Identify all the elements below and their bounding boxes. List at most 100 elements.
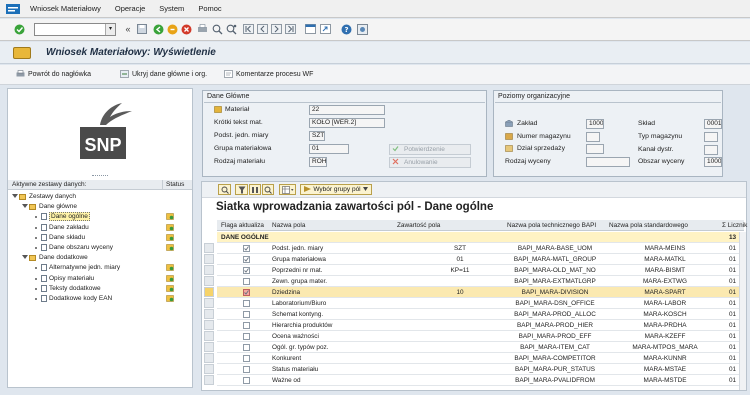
table-row[interactable]: Dziedzina 10 BAPI_MARA-DIVISION MARA-SPART 0… — [217, 287, 744, 298]
table-row[interactable]: Ocena ważności BAPI_MARA-PROD_EFF MARA-KZE… — [217, 331, 744, 342]
warehouse-type-field[interactable] — [704, 132, 718, 142]
update-flag-checkbox[interactable] — [243, 344, 250, 351]
command-expand-icon[interactable]: « — [122, 23, 134, 35]
tree-item[interactable]: Dane ogólne — [8, 212, 192, 222]
first-page-icon[interactable] — [242, 23, 254, 35]
table-row[interactable]: Zewn. grupa mater. BAPI_MARA-EXTMATLGRP MA… — [217, 276, 744, 287]
system-menu-icon[interactable] — [2, 2, 24, 16]
save-icon[interactable] — [136, 23, 148, 35]
row-selector[interactable] — [204, 375, 214, 385]
next-page-icon[interactable] — [270, 23, 282, 35]
update-flag-checkbox[interactable] — [243, 256, 250, 263]
back-icon[interactable] — [152, 23, 164, 35]
find-next-icon[interactable] — [225, 23, 237, 35]
help-icon[interactable]: ? — [340, 23, 352, 35]
valuation-type-field[interactable] — [586, 157, 630, 167]
workflow-comments-button[interactable]: Komentarze procesu WF — [224, 70, 313, 78]
table-row[interactable]: Ogól. gr. typów poz. BAPI_MARA-ITEM_CAT MA… — [217, 342, 744, 353]
tree-item[interactable]: Dodatkowe kody EAN — [8, 294, 192, 304]
base-uom-field[interactable]: SZT — [309, 131, 325, 141]
row-selector[interactable] — [204, 364, 214, 374]
tree-item[interactable]: Dane obszaru wyceny — [8, 243, 192, 253]
previous-page-icon[interactable] — [256, 23, 268, 35]
command-dropdown-icon[interactable]: ▾ — [105, 24, 115, 35]
expand-arrow-icon[interactable] — [22, 255, 28, 260]
sort-icon[interactable] — [249, 184, 261, 195]
dist-channel-field[interactable] — [704, 145, 718, 155]
find-icon[interactable] — [211, 23, 223, 35]
customize-layout-icon[interactable] — [356, 23, 368, 35]
table-row[interactable]: Status materiału BAPI_MARA-PUR_STATUS MARA… — [217, 364, 744, 375]
table-row[interactable]: Schemat kontyng. BAPI_MARA-PROD_ALLOC MARA… — [217, 309, 744, 320]
update-flag-checkbox[interactable] — [243, 289, 250, 296]
tree-item[interactable]: Teksty dodatkowe — [8, 284, 192, 294]
row-selector[interactable] — [204, 243, 214, 253]
table-row[interactable]: Podst. jedn. miary SZT BAPI_MARA-BASE_UOM M… — [217, 243, 744, 254]
expand-arrow-icon[interactable] — [22, 204, 28, 209]
hide-main-data-button[interactable]: Ukryj dane główne i org. — [120, 70, 207, 78]
table-row[interactable]: Grupa materiałowa 01 BAPI_MARA-MATL_GROUP M… — [217, 254, 744, 265]
confirm-button[interactable]: Potwierdzenie — [389, 144, 471, 155]
tree-folder[interactable]: Dane dodatkowe — [8, 253, 192, 263]
table-row[interactable]: Hierarchia produktów BAPI_MARA-PROD_HIER M… — [217, 320, 744, 331]
cancel-button[interactable]: Anulowanie — [389, 157, 471, 168]
table-row[interactable]: Laboratorium/Biuro BAPI_MARA-DSN_OFFICE MA… — [217, 298, 744, 309]
cancel-icon[interactable] — [180, 23, 192, 35]
row-selector[interactable] — [204, 320, 214, 330]
print-icon[interactable] — [196, 23, 208, 35]
update-flag-checkbox[interactable] — [243, 322, 250, 329]
update-flag-checkbox[interactable] — [243, 355, 250, 362]
exit-icon[interactable] — [166, 23, 178, 35]
update-flag-checkbox[interactable] — [243, 278, 250, 285]
row-selector[interactable] — [204, 254, 214, 264]
material-group-field[interactable]: 01 — [309, 144, 349, 154]
tree-item[interactable]: Dane składu — [8, 233, 192, 243]
tree-item[interactable]: Dane zakładu — [8, 223, 192, 233]
warehouse-field[interactable] — [586, 132, 600, 142]
row-selector[interactable] — [204, 265, 214, 275]
filter-icon[interactable] — [235, 184, 248, 195]
expand-arrow-icon[interactable] — [12, 194, 18, 198]
col-update-flag[interactable]: Flaga aktualiza — [221, 222, 264, 229]
row-selector[interactable] — [204, 287, 214, 297]
material-type-field[interactable]: ROH — [309, 157, 327, 167]
col-field-name[interactable]: Nazwa pola — [272, 222, 305, 229]
menu-item-operations[interactable]: Operacje — [115, 4, 145, 13]
enter-icon[interactable] — [13, 23, 25, 35]
col-field-content[interactable]: Zawartość pola — [397, 222, 440, 229]
select-field-group-button[interactable]: Wybór grupy pól — [300, 184, 372, 195]
plant-field[interactable]: 1000 — [586, 119, 604, 129]
row-selector[interactable] — [204, 331, 214, 341]
update-flag-checkbox[interactable] — [243, 311, 250, 318]
col-bapi-field[interactable]: Nazwa pola technicznego BAPI — [507, 222, 596, 229]
last-page-icon[interactable] — [284, 23, 296, 35]
sales-org-field[interactable] — [586, 144, 604, 154]
row-selector[interactable] — [204, 276, 214, 286]
row-selector[interactable] — [204, 353, 214, 363]
tree-item[interactable]: Opisy materiału — [8, 274, 192, 284]
tree-folder[interactable]: Zestawy danych — [8, 192, 192, 202]
update-flag-checkbox[interactable] — [243, 245, 250, 252]
shortcut-icon[interactable] — [319, 23, 331, 35]
short-text-field[interactable]: KOŁO [WER.2] — [309, 118, 385, 128]
row-selector[interactable] — [204, 309, 214, 319]
menu-item-help[interactable]: Pomoc — [198, 4, 221, 13]
update-flag-checkbox[interactable] — [243, 267, 250, 274]
storage-field[interactable]: 0001 — [704, 119, 722, 129]
update-flag-checkbox[interactable] — [243, 366, 250, 373]
new-session-icon[interactable] — [304, 23, 316, 35]
tree-folder[interactable]: Dane główne — [8, 202, 192, 212]
row-selector[interactable] — [204, 342, 214, 352]
splitter-handle[interactable] — [92, 175, 108, 177]
col-counter[interactable]: Σ Licznik — [722, 222, 747, 229]
table-row[interactable]: Poprzedni nr mat. KP=11 BAPI_MARA-OLD_MAT_… — [217, 265, 744, 276]
table-row[interactable]: Ważne od BAPI_MARA-PVALIDFROM MARA-MSTDE 01 — [217, 375, 744, 386]
table-row[interactable]: Konkurent BAPI_MARA-COMPETITOR MARA-KUNNR 0… — [217, 353, 744, 364]
col-standard-field[interactable]: Nazwa pola standardowego — [609, 222, 688, 229]
update-flag-checkbox[interactable] — [243, 300, 250, 307]
valuation-area-field[interactable]: 1000 — [704, 157, 722, 167]
tree-item[interactable]: Alternatywne jedn. miary — [8, 263, 192, 273]
back-to-header-button[interactable]: Powrót do nagłówka — [16, 70, 91, 78]
grid-scrollbar[interactable] — [739, 232, 746, 390]
find-grid-icon[interactable] — [262, 184, 274, 195]
